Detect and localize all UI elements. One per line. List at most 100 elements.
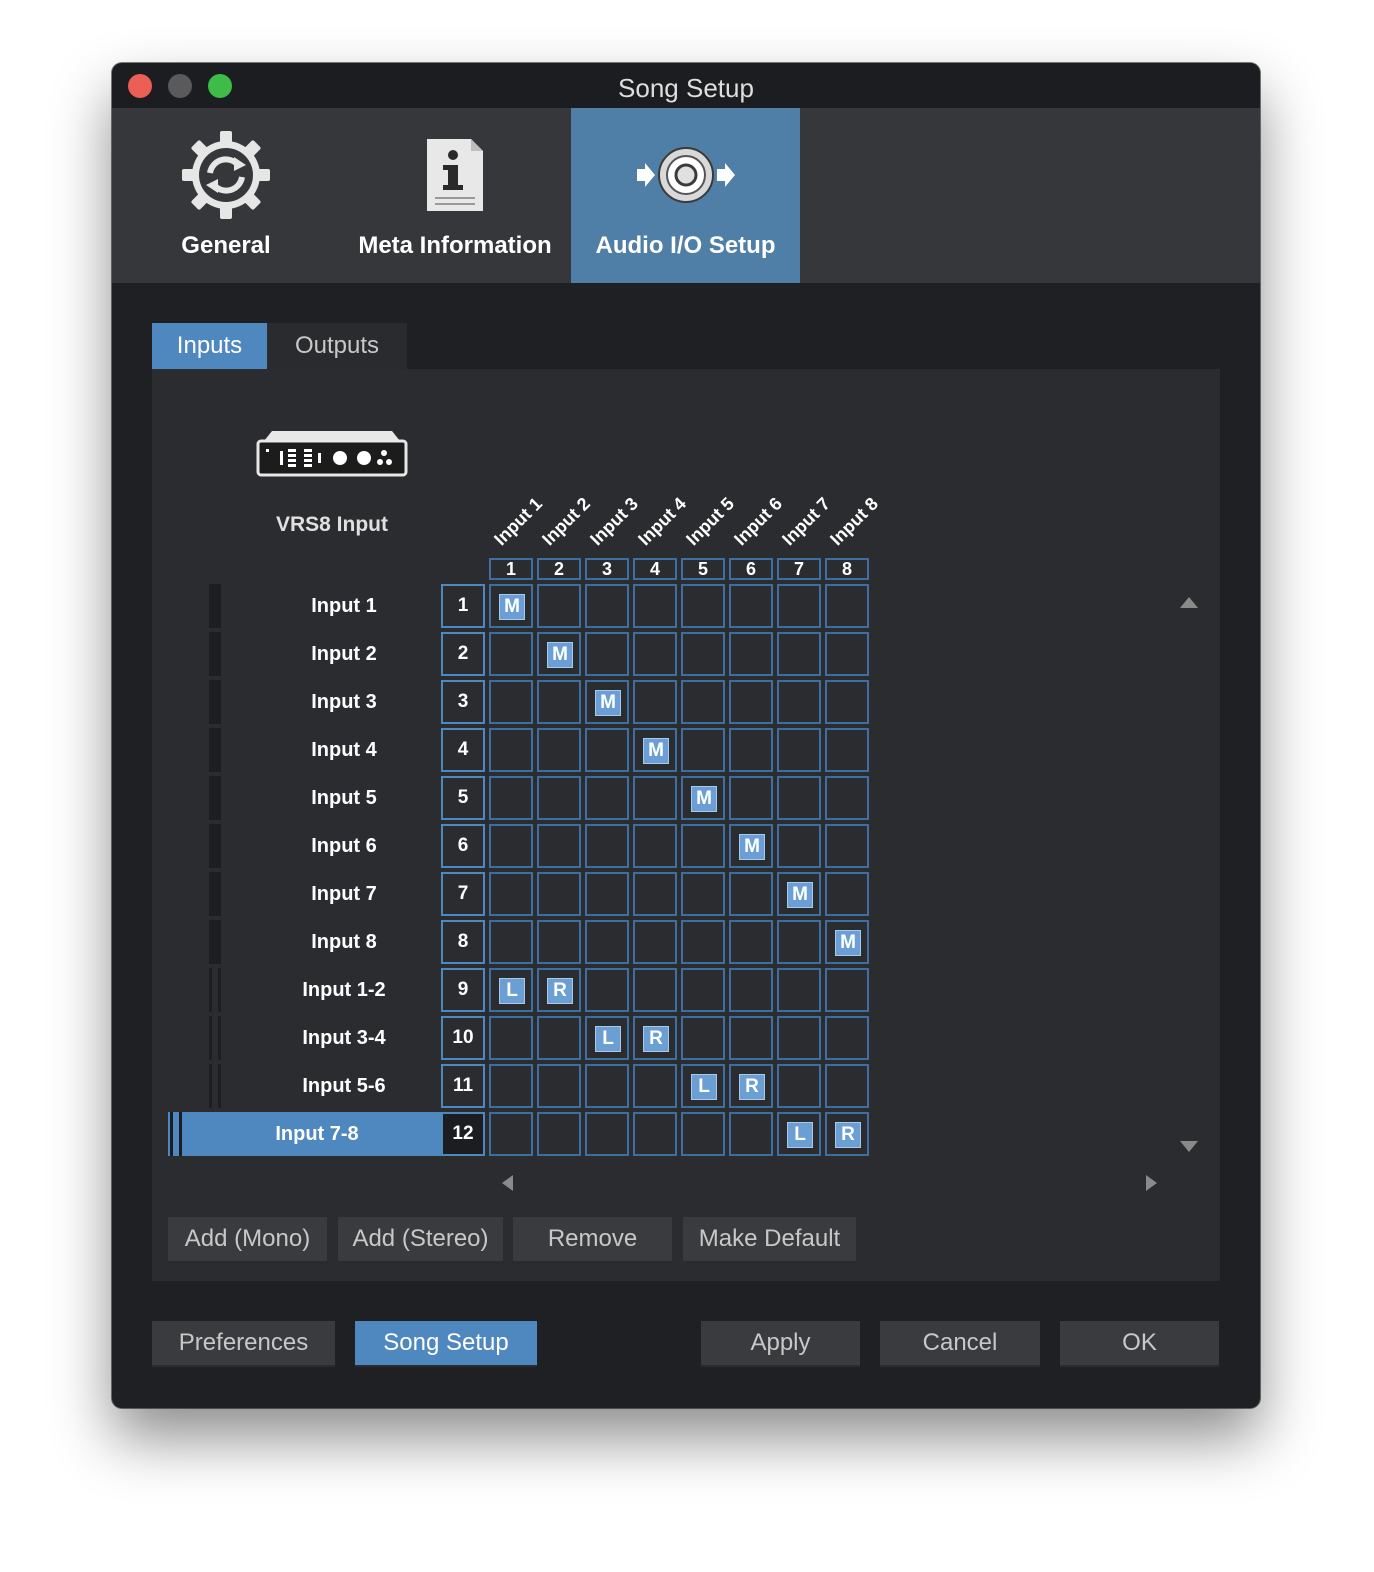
channel-name[interactable]: Input 3 [207,680,481,724]
routing-mark-m[interactable]: M [547,642,573,668]
routing-cell[interactable] [585,1112,629,1156]
routing-cell[interactable]: M [633,728,677,772]
tab-general[interactable]: General [112,108,340,283]
routing-cell[interactable]: R [825,1112,869,1156]
routing-cell[interactable]: M [681,776,725,820]
column-number[interactable]: 8 [825,558,869,580]
routing-cell[interactable] [681,680,725,724]
routing-cell[interactable] [537,680,581,724]
routing-cell[interactable] [777,824,821,868]
routing-cell[interactable]: L [585,1016,629,1060]
tab-meta-information[interactable]: Meta Information [340,108,570,283]
routing-cell[interactable] [489,872,533,916]
routing-cell[interactable] [777,1064,821,1108]
routing-cell[interactable] [489,728,533,772]
routing-cell[interactable] [585,728,629,772]
routing-cell[interactable]: L [489,968,533,1012]
channel-name[interactable]: Input 1 [207,584,481,628]
routing-cell[interactable] [777,680,821,724]
routing-mark-l[interactable]: L [595,1026,621,1052]
tab-audio-io-setup[interactable]: Audio I/O Setup [571,108,800,283]
routing-cell[interactable]: R [729,1064,773,1108]
routing-cell[interactable] [825,776,869,820]
routing-mark-m[interactable]: M [643,738,669,764]
routing-cell[interactable] [489,680,533,724]
routing-cell[interactable]: M [825,920,869,964]
scroll-left-icon[interactable] [502,1175,513,1191]
routing-cell[interactable] [489,1064,533,1108]
routing-cell[interactable] [537,1112,581,1156]
routing-cell[interactable]: M [585,680,629,724]
routing-cell[interactable] [825,584,869,628]
column-number[interactable]: 2 [537,558,581,580]
channel-name[interactable]: Input 5 [207,776,481,820]
channel-name[interactable]: Input 5-6 [207,1064,481,1108]
routing-mark-l[interactable]: L [691,1074,717,1100]
routing-cell[interactable] [585,872,629,916]
routing-cell[interactable] [777,1016,821,1060]
routing-cell[interactable] [777,920,821,964]
routing-cell[interactable] [537,1016,581,1060]
routing-cell[interactable] [585,1064,629,1108]
routing-cell[interactable] [777,632,821,676]
routing-cell[interactable] [633,968,677,1012]
column-number[interactable]: 1 [489,558,533,580]
routing-cell[interactable] [681,584,725,628]
routing-mark-m[interactable]: M [787,882,813,908]
routing-cell[interactable] [729,872,773,916]
routing-mark-l[interactable]: L [499,978,525,1004]
tab-inputs[interactable]: Inputs [152,323,267,369]
routing-cell[interactable] [729,728,773,772]
routing-cell[interactable]: L [681,1064,725,1108]
routing-mark-r[interactable]: R [835,1122,861,1148]
routing-cell[interactable]: R [633,1016,677,1060]
routing-cell[interactable] [537,728,581,772]
routing-cell[interactable] [729,776,773,820]
routing-cell[interactable] [681,1016,725,1060]
routing-cell[interactable] [825,728,869,772]
routing-mark-m[interactable]: M [835,930,861,956]
column-number[interactable]: 5 [681,558,725,580]
channel-name[interactable]: Input 2 [207,632,481,676]
routing-cell[interactable] [825,632,869,676]
channel-name[interactable]: Input 6 [207,824,481,868]
routing-cell[interactable] [537,824,581,868]
routing-cell[interactable] [537,1064,581,1108]
routing-cell[interactable] [585,584,629,628]
routing-cell[interactable] [681,920,725,964]
routing-cell[interactable] [729,968,773,1012]
routing-cell[interactable] [825,1016,869,1060]
routing-cell[interactable] [633,824,677,868]
channel-name[interactable]: Input 3-4 [207,1016,481,1060]
routing-mark-r[interactable]: R [739,1074,765,1100]
remove-button[interactable]: Remove [513,1217,672,1263]
scroll-down-icon[interactable] [1180,1141,1198,1152]
routing-cell[interactable]: M [729,824,773,868]
routing-cell[interactable] [729,1016,773,1060]
routing-cell[interactable] [729,632,773,676]
routing-cell[interactable] [489,776,533,820]
routing-cell[interactable] [729,1112,773,1156]
routing-cell[interactable] [633,1064,677,1108]
routing-cell[interactable] [585,920,629,964]
routing-cell[interactable] [681,872,725,916]
routing-cell[interactable] [681,632,725,676]
routing-cell[interactable] [777,728,821,772]
channel-name[interactable]: Input 7-8 [168,1112,442,1156]
routing-cell[interactable] [537,920,581,964]
column-number[interactable]: 3 [585,558,629,580]
column-number[interactable]: 6 [729,558,773,580]
routing-cell[interactable] [633,776,677,820]
routing-cell[interactable] [585,776,629,820]
apply-button[interactable]: Apply [701,1321,860,1367]
routing-cell[interactable] [633,872,677,916]
tab-outputs[interactable]: Outputs [267,323,407,369]
cancel-button[interactable]: Cancel [880,1321,1040,1367]
routing-cell[interactable] [633,632,677,676]
routing-cell[interactable] [633,584,677,628]
routing-cell[interactable] [489,824,533,868]
routing-cell[interactable] [681,824,725,868]
channel-name[interactable]: Input 1-2 [207,968,481,1012]
routing-cell[interactable] [777,584,821,628]
add-mono-button[interactable]: Add (Mono) [168,1217,327,1263]
